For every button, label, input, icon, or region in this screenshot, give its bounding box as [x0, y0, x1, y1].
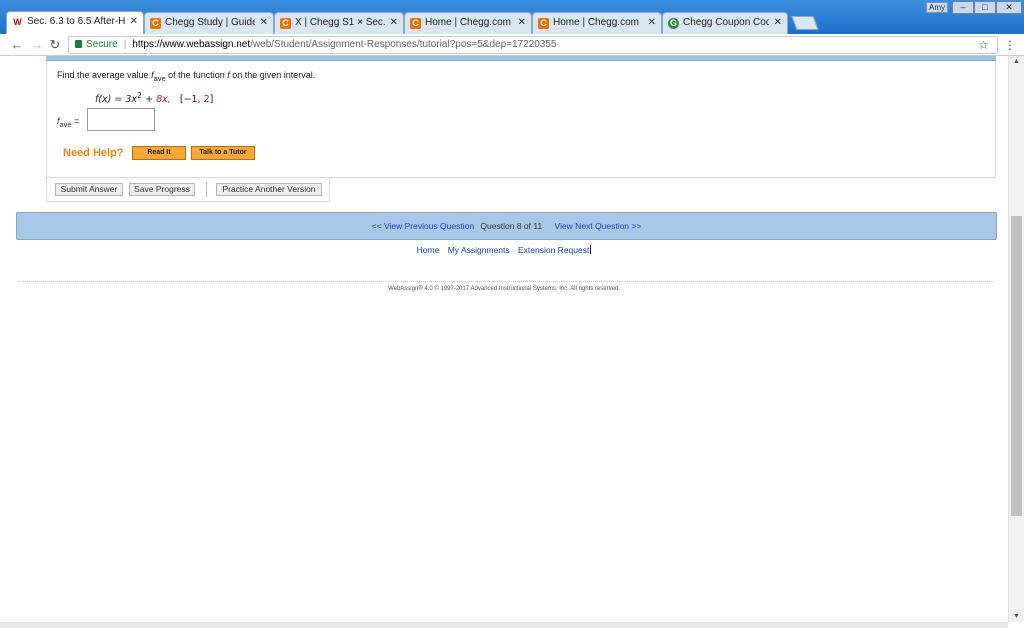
action-divider — [206, 182, 207, 197]
close-icon[interactable]: ✕ — [648, 17, 656, 28]
browser-toolbar: ← → ↻ Secure | https://www.webassign.net/w… — [0, 34, 1024, 56]
read-it-button[interactable]: Read It — [132, 146, 186, 160]
answer-subscript: ave — [59, 119, 72, 129]
answer-label: fave = — [57, 116, 87, 129]
reload-icon[interactable]: ↻ — [48, 37, 62, 53]
tab-chegg-home-1[interactable]: C Home | Chegg.com ✕ — [404, 12, 532, 34]
webassign-icon: W — [13, 17, 22, 27]
close-icon[interactable]: ✕ — [774, 17, 782, 28]
prompt-text: of the function — [165, 70, 228, 80]
interval-open: [−1, — [179, 94, 204, 106]
url-host: https://www.webassign.net — [132, 39, 251, 50]
talk-to-tutor-button[interactable]: Talk to a Tutor — [191, 146, 255, 160]
interval-close: ] — [209, 94, 214, 106]
text-cursor — [590, 245, 592, 254]
browser-menu-icon[interactable]: ⋮ — [1004, 38, 1016, 52]
formula-plus: + — [142, 94, 157, 106]
need-help-label: Need Help? — [63, 147, 124, 159]
tab-label: Chegg Coupon Code: Stu — [683, 17, 769, 28]
answer-actions: Submit Answer Save Progress Practice Ano… — [46, 178, 330, 202]
url-separator: | — [123, 39, 127, 50]
tab-chegg-s1[interactable]: C X | Chegg S1 × Sec. 6.1 A ✕ — [274, 12, 404, 34]
tab-chegg-home-2[interactable]: C Home | Chegg.com ✕ — [532, 12, 662, 34]
question-counter: Question 8 of 11 — [480, 221, 543, 231]
close-icon[interactable]: ✕ — [518, 17, 526, 28]
tab-chegg-study[interactable]: C Chegg Study | Guided So ✕ — [144, 12, 274, 34]
save-progress-button[interactable]: Save Progress — [129, 183, 195, 196]
back-arrow-icon[interactable]: ← — [10, 37, 24, 53]
submit-answer-button[interactable]: Submit Answer — [55, 183, 123, 196]
close-window-button[interactable]: ✕ — [996, 1, 1022, 14]
prompt-subscript: ave — [153, 73, 166, 83]
question-navigation: << View Previous Question Question 8 of … — [16, 212, 997, 240]
browser-window: W Sec. 6.3 to 6.5 After-Hom ✕ C Chegg St… — [0, 0, 1024, 628]
my-assignments-link[interactable]: My Assignments — [448, 245, 510, 255]
tab-label: Home | Chegg.com — [553, 17, 639, 28]
chegg-icon: C — [280, 18, 291, 29]
tab-label: Chegg Study | Guided So — [165, 17, 255, 28]
answer-equals: = — [71, 116, 80, 126]
maximize-button[interactable]: □ — [974, 1, 996, 14]
scroll-down-arrow-icon[interactable]: ▼ — [1013, 613, 1020, 620]
forward-arrow-icon[interactable]: → — [30, 37, 44, 53]
extension-request-label: Extension Request — [517, 245, 590, 255]
copyright-notice: WebAssign® 4.0 © 1997-2017 Advanced Inst… — [388, 286, 620, 292]
chegg-icon: C — [150, 18, 161, 29]
chegg-icon: C — [538, 18, 549, 29]
next-question-link[interactable]: View Next Question >> — [555, 221, 642, 231]
secure-label: Secure — [86, 39, 118, 50]
practice-another-version-button[interactable]: Practice Another Version — [216, 183, 322, 196]
prompt-text: Find the average value — [57, 70, 152, 80]
vertical-scrollbar[interactable]: ▲ ▼ — [1008, 56, 1024, 622]
close-icon[interactable]: ✕ — [390, 17, 398, 28]
formula-term: 8x, — [156, 94, 171, 106]
address-bar[interactable]: Secure | https://www.webassign.net/web/Stu… — [68, 36, 998, 54]
tab-chegg-coupon[interactable]: G Chegg Coupon Code: Stu ✕ — [662, 12, 788, 34]
tab-label: X | Chegg S1 × Sec. 6.1 A — [295, 17, 385, 28]
prompt-text: on the given interval. — [229, 70, 316, 80]
previous-question-link[interactable]: << View Previous Question — [372, 221, 474, 231]
coupon-icon: G — [668, 18, 679, 29]
tab-webassign[interactable]: W Sec. 6.3 to 6.5 After-Hom ✕ — [6, 11, 144, 35]
extension-request-link[interactable]: Extension Request — [517, 245, 592, 255]
tab-label: Sec. 6.3 to 6.5 After-Hom — [27, 16, 125, 27]
horizontal-scrollbar[interactable] — [0, 622, 1008, 628]
new-tab-button[interactable] — [791, 16, 819, 30]
question-prompt: Find the average value fave of the funct… — [57, 70, 315, 83]
tab-label: Home | Chegg.com — [425, 17, 511, 28]
footer-links: Home My Assignments Extension Request — [0, 245, 1008, 255]
scroll-up-arrow-icon[interactable]: ▲ — [1013, 58, 1020, 65]
bookmark-star-icon[interactable]: ☆ — [978, 37, 989, 53]
tab-strip: W Sec. 6.3 to 6.5 After-Hom ✕ C Chegg St… — [0, 0, 1024, 35]
scrollbar-thumb[interactable] — [1011, 216, 1022, 516]
url-path: /web/Student/Assignment-Responses/tutori… — [250, 39, 557, 50]
page-content: Find the average value fave of the funct… — [0, 56, 1024, 628]
lock-icon — [75, 40, 82, 48]
close-icon[interactable]: ✕ — [130, 16, 138, 27]
footer-divider — [18, 281, 994, 282]
close-icon[interactable]: ✕ — [260, 17, 268, 28]
formula-lhs: f(x) = 3x — [95, 94, 138, 106]
function-formula: f(x) = 3x2 + 8x, [−1, 2] — [95, 91, 213, 105]
user-profile-button[interactable]: Amy — [926, 2, 948, 13]
question-panel: Find the average value fave of the funct… — [46, 61, 996, 178]
minimize-button[interactable]: – — [952, 1, 974, 14]
home-link[interactable]: Home — [417, 245, 440, 255]
fave-answer-input[interactable] — [87, 108, 155, 131]
chegg-icon: C — [410, 18, 421, 29]
